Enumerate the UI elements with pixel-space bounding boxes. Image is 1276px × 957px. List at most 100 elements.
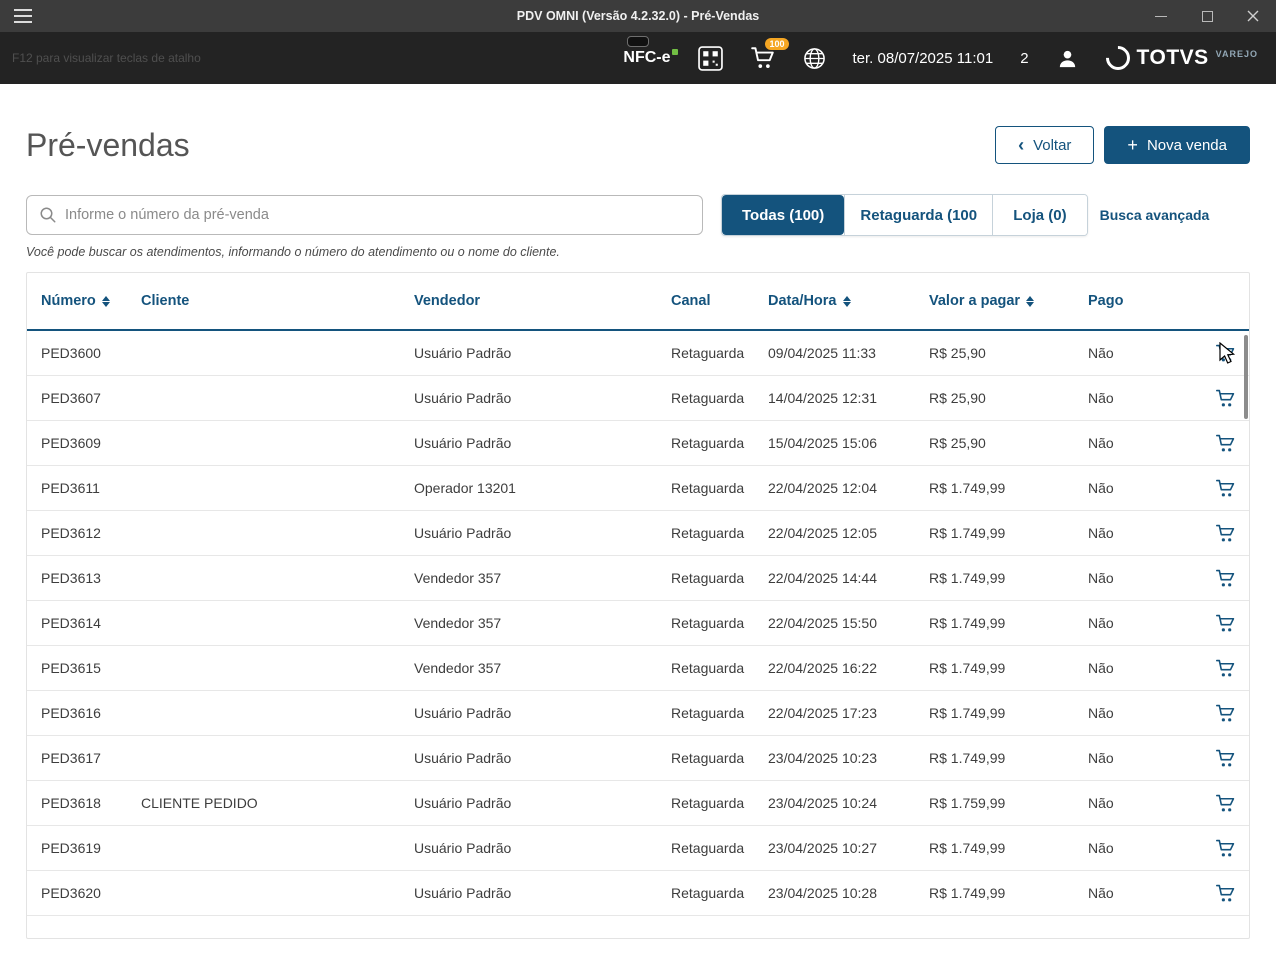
open-sale-cart-button[interactable] [1216,569,1235,588]
cart-icon [1216,569,1235,588]
brand-logo: TOTVS VAREJO [1106,46,1258,70]
cell-pago: Não [1088,705,1198,721]
search-icon [39,206,57,224]
cell-datahora: 14/04/2025 12:31 [768,390,929,406]
open-sale-cart-button[interactable] [1216,389,1235,408]
cart-count-badge: 100 [765,38,788,50]
open-sale-cart-button[interactable] [1216,434,1235,453]
cell-datahora: 23/04/2025 10:23 [768,750,929,766]
table-row[interactable]: PED3617 Usuário Padrão Retaguarda 23/04/… [27,736,1249,781]
cell-numero: PED3612 [41,525,141,541]
table-row[interactable]: PED3611 Operador 13201 Retaguarda 22/04/… [27,466,1249,511]
table-row[interactable]: PED3600 Usuário Padrão Retaguarda 09/04/… [27,331,1249,376]
table-row[interactable]: PED3607 Usuário Padrão Retaguarda 14/04/… [27,376,1249,421]
filter-tab[interactable]: Todas (100) [722,195,844,235]
table-row[interactable]: PED3618 CLIENTE PEDIDO Usuário Padrão Re… [27,781,1249,826]
cell-vendedor: Usuário Padrão [414,525,671,541]
cell-datahora: 22/04/2025 16:22 [768,660,929,676]
cart-icon [1216,434,1235,453]
filter-tab[interactable]: Retaguarda (100 [844,195,992,235]
page-title: Pré-vendas [26,127,190,164]
session-counter: 2 [1020,50,1028,67]
tab-label: Todas (100) [742,207,824,224]
cell-datahora: 23/04/2025 10:27 [768,840,929,856]
cart-icon [1216,524,1235,543]
sort-icon[interactable] [1026,296,1034,307]
sort-icon[interactable] [102,296,110,307]
cash-drawer-icon [627,36,649,47]
table-row[interactable]: PED3615 Vendedor 357 Retaguarda 22/04/20… [27,646,1249,691]
cell-numero: PED3616 [41,705,141,721]
menu-icon[interactable] [0,9,46,23]
cart-icon [1216,614,1235,633]
user-button[interactable] [1056,47,1079,70]
cart-button[interactable]: 100 [750,45,776,71]
close-button[interactable] [1230,0,1276,32]
cell-numero: PED3607 [41,390,141,406]
maximize-button[interactable] [1184,0,1230,32]
cell-valor: R$ 1.759,99 [929,795,1088,811]
cell-vendedor: Vendedor 357 [414,615,671,631]
open-sale-cart-button[interactable] [1216,749,1235,768]
column-header-datahora[interactable]: Data/Hora [768,293,929,309]
open-sale-cart-button[interactable] [1216,614,1235,633]
open-sale-cart-button[interactable] [1216,839,1235,858]
cell-datahora: 22/04/2025 17:23 [768,705,929,721]
column-header-numero[interactable]: Número [41,293,141,309]
open-sale-cart-button[interactable] [1216,704,1235,723]
cell-numero: PED3620 [41,885,141,901]
table-row[interactable]: PED3619 Usuário Padrão Retaguarda 23/04/… [27,826,1249,871]
nfce-status[interactable]: NFC-e [623,49,670,67]
cell-valor: R$ 1.749,99 [929,750,1088,766]
close-icon [1247,10,1259,22]
scrollbar-thumb[interactable] [1244,335,1248,419]
column-header-valor[interactable]: Valor a pagar [929,293,1088,309]
table-row[interactable]: PED3620 Usuário Padrão Retaguarda 23/04/… [27,871,1249,916]
cell-valor: R$ 1.749,99 [929,840,1088,856]
filter-tab[interactable]: Loja (0) [992,195,1086,235]
table-row[interactable]: PED3616 Usuário Padrão Retaguarda 22/04/… [27,691,1249,736]
cell-vendedor: Usuário Padrão [414,390,671,406]
chevron-left-icon: ‹ [1018,136,1024,154]
cell-valor: R$ 1.749,99 [929,705,1088,721]
table-row[interactable]: PED3609 Usuário Padrão Retaguarda 15/04/… [27,421,1249,466]
cell-canal: Retaguarda [671,570,768,586]
sort-icon[interactable] [843,296,851,307]
cell-datahora: 22/04/2025 12:04 [768,480,929,496]
cell-pago: Não [1088,885,1198,901]
column-header-pago: Pago [1088,293,1198,309]
table-row[interactable]: PED3613 Vendedor 357 Retaguarda 22/04/20… [27,556,1249,601]
cell-canal: Retaguarda [671,525,768,541]
cell-canal: Retaguarda [671,390,768,406]
cell-canal: Retaguarda [671,885,768,901]
open-sale-cart-button[interactable] [1216,884,1235,903]
open-sale-cart-button[interactable] [1216,344,1235,363]
advanced-search-link[interactable]: Busca avançada [1100,207,1210,223]
cell-valor: R$ 1.749,99 [929,525,1088,541]
user-icon [1056,47,1079,70]
cart-icon [1216,884,1235,903]
minimize-button[interactable] [1138,0,1184,32]
qr-code-button[interactable] [698,46,723,71]
back-button[interactable]: ‹ Voltar [995,126,1094,164]
cell-numero: PED3614 [41,615,141,631]
cell-canal: Retaguarda [671,750,768,766]
new-sale-button[interactable]: + Nova venda [1104,126,1250,164]
cell-pago: Não [1088,480,1198,496]
shortcut-hint: F12 para visualizar teclas de atalho [12,51,201,65]
open-sale-cart-button[interactable] [1216,794,1235,813]
table-row[interactable]: PED3612 Usuário Padrão Retaguarda 22/04/… [27,511,1249,556]
cell-vendedor: Usuário Padrão [414,885,671,901]
open-sale-cart-button[interactable] [1216,524,1235,543]
table-row[interactable]: PED3614 Vendedor 357 Retaguarda 22/04/20… [27,601,1249,646]
search-input[interactable] [65,207,690,223]
cart-icon [1216,704,1235,723]
tabs: Todas (100) Retaguarda (100 Loja (0) [721,194,1088,236]
open-sale-cart-button[interactable] [1216,479,1235,498]
new-sale-button-label: Nova venda [1147,137,1227,154]
language-button[interactable] [803,47,826,70]
open-sale-cart-button[interactable] [1216,659,1235,678]
cell-valor: R$ 1.749,99 [929,885,1088,901]
cart-icon [1216,839,1235,858]
cart-icon [1216,794,1235,813]
